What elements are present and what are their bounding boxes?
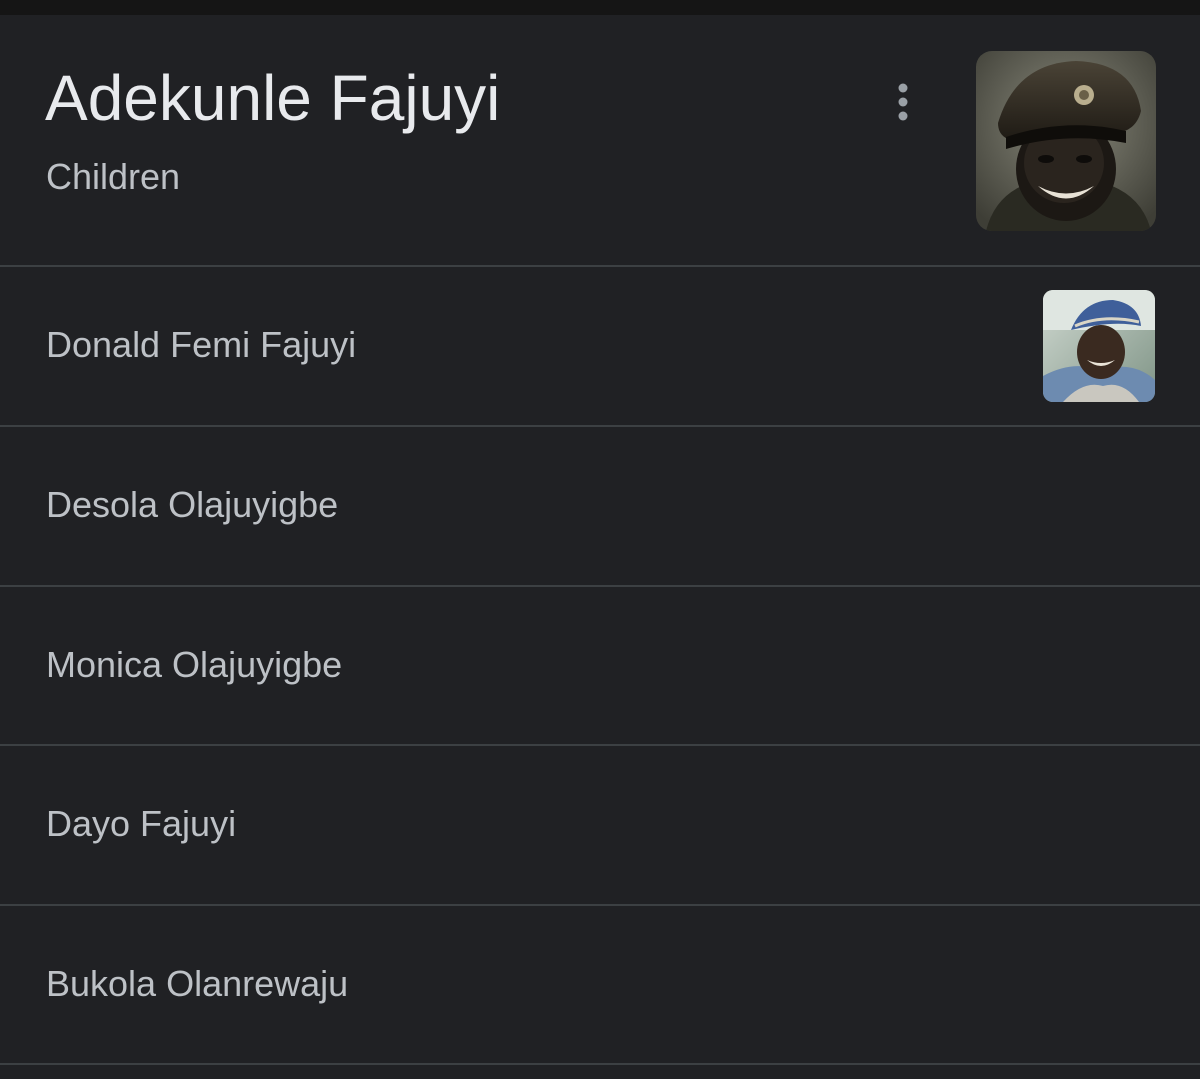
list-item[interactable]: Monica Olajuyigbe — [0, 587, 1200, 745]
list-item[interactable]: Dayo Fajuyi — [0, 746, 1200, 904]
list-item[interactable]: Donald Femi Fajuyi — [0, 267, 1200, 425]
list-item[interactable]: Desola Olajuyigbe — [0, 427, 1200, 585]
child-name: Desola Olajuyigbe — [46, 484, 339, 525]
page-title: Adekunle Fajuyi — [45, 62, 501, 134]
child-thumbnail — [1043, 290, 1155, 402]
child-name: Monica Olajuyigbe — [46, 644, 343, 685]
list-item[interactable]: Bukola Olanrewaju — [0, 906, 1200, 1064]
portrait-photo — [976, 51, 1156, 231]
section-subtitle: Children — [46, 156, 181, 197]
knowledge-panel-card: Adekunle Fajuyi Children Donald Femi Faj… — [0, 15, 1200, 1079]
child-name: Bukola Olanrewaju — [46, 963, 349, 1004]
child-name: Donald Femi Fajuyi — [46, 324, 357, 365]
child-portrait-photo — [1043, 290, 1155, 402]
subject-portrait-photo[interactable] — [976, 51, 1156, 231]
divider — [0, 1063, 1200, 1065]
panel-header: Adekunle Fajuyi Children — [0, 15, 1200, 265]
more-vert-icon — [898, 83, 908, 121]
more-options-button[interactable] — [880, 79, 926, 125]
top-status-strip — [0, 0, 1200, 15]
child-name: Dayo Fajuyi — [46, 803, 237, 844]
